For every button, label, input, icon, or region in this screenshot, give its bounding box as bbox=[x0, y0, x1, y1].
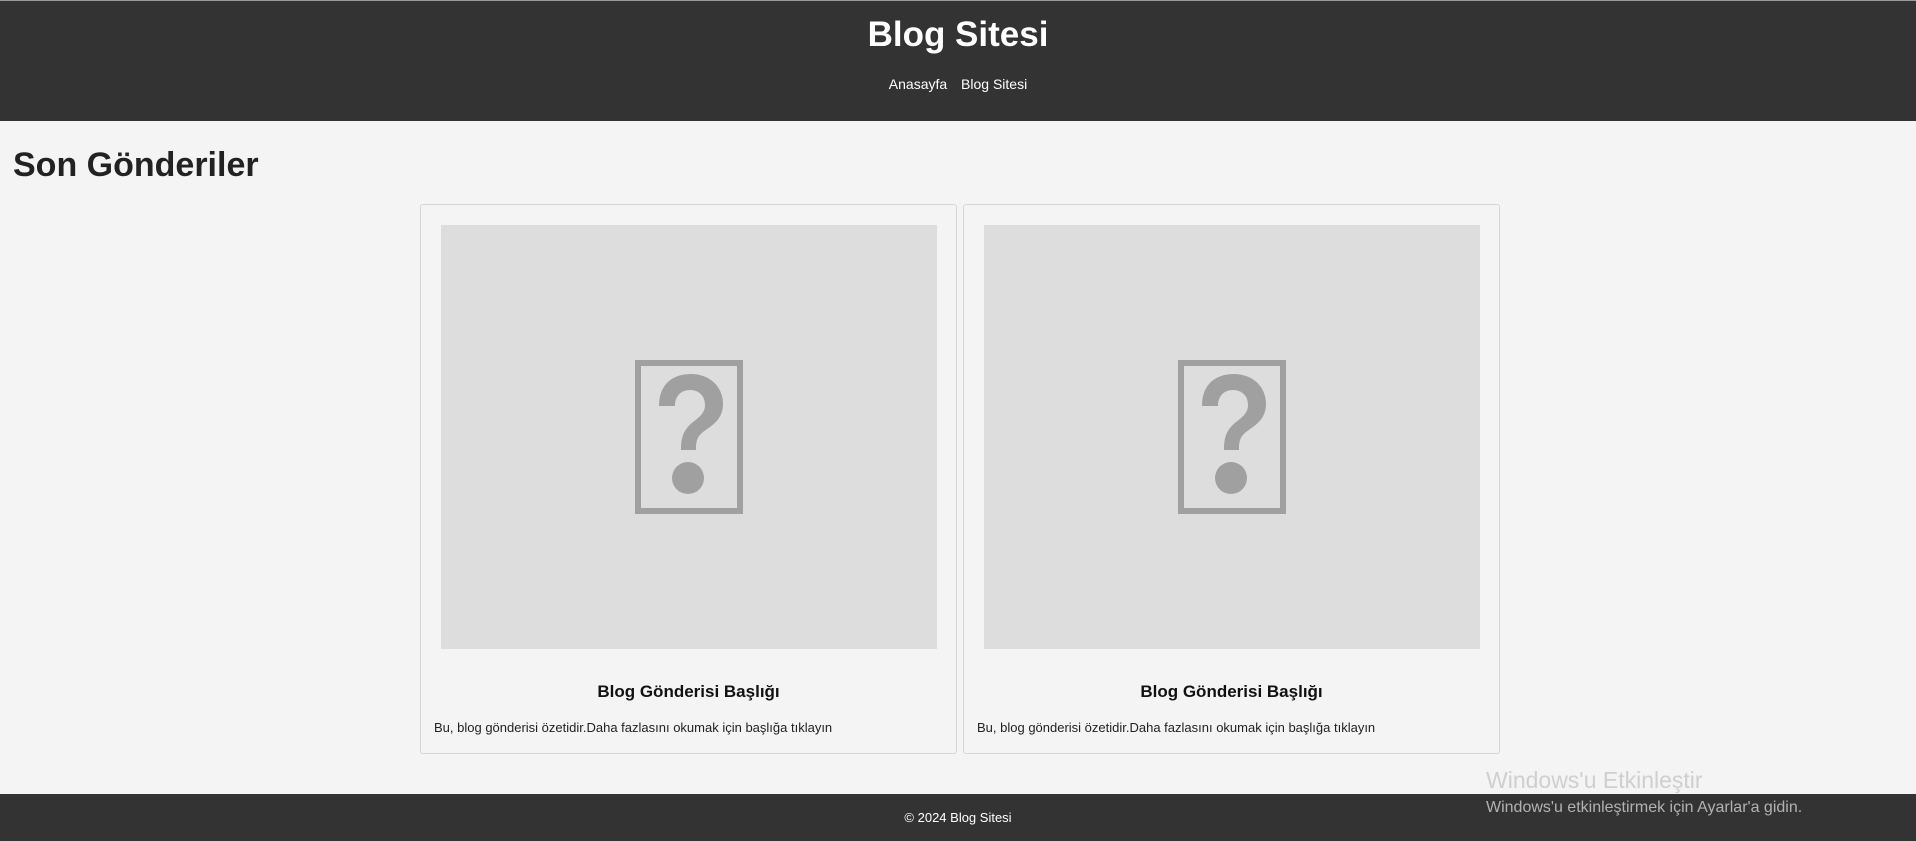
site-title: Blog Sitesi bbox=[867, 15, 1049, 54]
main-nav: Anasayfa Blog Sitesi bbox=[0, 75, 1916, 93]
nav-link-home[interactable]: Anasayfa bbox=[889, 76, 947, 92]
broken-image-icon bbox=[635, 360, 743, 514]
nav-link-blog[interactable]: Blog Sitesi bbox=[961, 76, 1027, 92]
broken-image-icon bbox=[1178, 360, 1286, 514]
footer-copyright: © 2024 Blog Sitesi bbox=[904, 810, 1012, 825]
post-image[interactable] bbox=[984, 225, 1480, 649]
post-title[interactable]: Blog Gönderisi Başlığı bbox=[964, 681, 1499, 703]
blog-post-card: Blog Gönderisi Başlığı Bu, blog gönderis… bbox=[963, 204, 1500, 754]
post-image[interactable] bbox=[441, 225, 937, 649]
site-header: Blog Sitesi Anasayfa Blog Sitesi bbox=[0, 0, 1916, 121]
page-heading: Son Gönderiler bbox=[13, 146, 259, 184]
post-title[interactable]: Blog Gönderisi Başlığı bbox=[421, 681, 956, 703]
post-excerpt: Bu, blog gönderisi özetidir.Daha fazlası… bbox=[434, 720, 833, 735]
watermark-title: Windows'u Etkinleştir bbox=[1486, 767, 1703, 793]
post-excerpt: Bu, blog gönderisi özetidir.Daha fazlası… bbox=[977, 720, 1376, 735]
site-footer: © 2024 Blog Sitesi bbox=[0, 794, 1916, 841]
blog-post-card: Blog Gönderisi Başlığı Bu, blog gönderis… bbox=[420, 204, 957, 754]
